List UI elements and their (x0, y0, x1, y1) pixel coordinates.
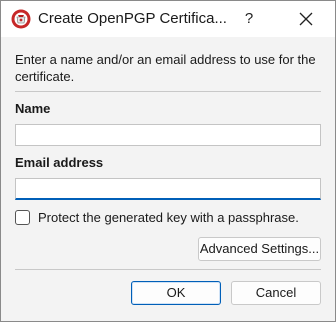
advanced-settings-button[interactable]: Advanced Settings... (198, 237, 321, 261)
ok-button[interactable]: OK (131, 281, 221, 305)
separator-top (15, 91, 321, 92)
help-button[interactable]: ? (233, 1, 265, 37)
name-input[interactable] (15, 124, 321, 146)
close-icon (299, 12, 313, 26)
title-bar[interactable]: Create OpenPGP Certifica... ? (1, 1, 335, 37)
passphrase-checkbox-label[interactable]: Protect the generated key with a passphr… (38, 210, 299, 225)
cancel-button[interactable]: Cancel (231, 281, 321, 305)
kleopatra-app-icon (11, 9, 31, 29)
separator-bottom (15, 269, 321, 270)
window-title: Create OpenPGP Certifica... (38, 10, 227, 27)
close-button[interactable] (287, 1, 327, 37)
passphrase-checkbox[interactable] (15, 210, 30, 225)
email-label: Email address (15, 155, 104, 170)
create-certificate-dialog: Create OpenPGP Certifica... ? Enter a na… (0, 0, 336, 322)
name-label: Name (15, 101, 51, 116)
dialog-content: Enter a name and/or an email address to … (1, 38, 335, 321)
description-text: Enter a name and/or an email address to … (15, 52, 316, 84)
email-input[interactable] (15, 178, 321, 200)
